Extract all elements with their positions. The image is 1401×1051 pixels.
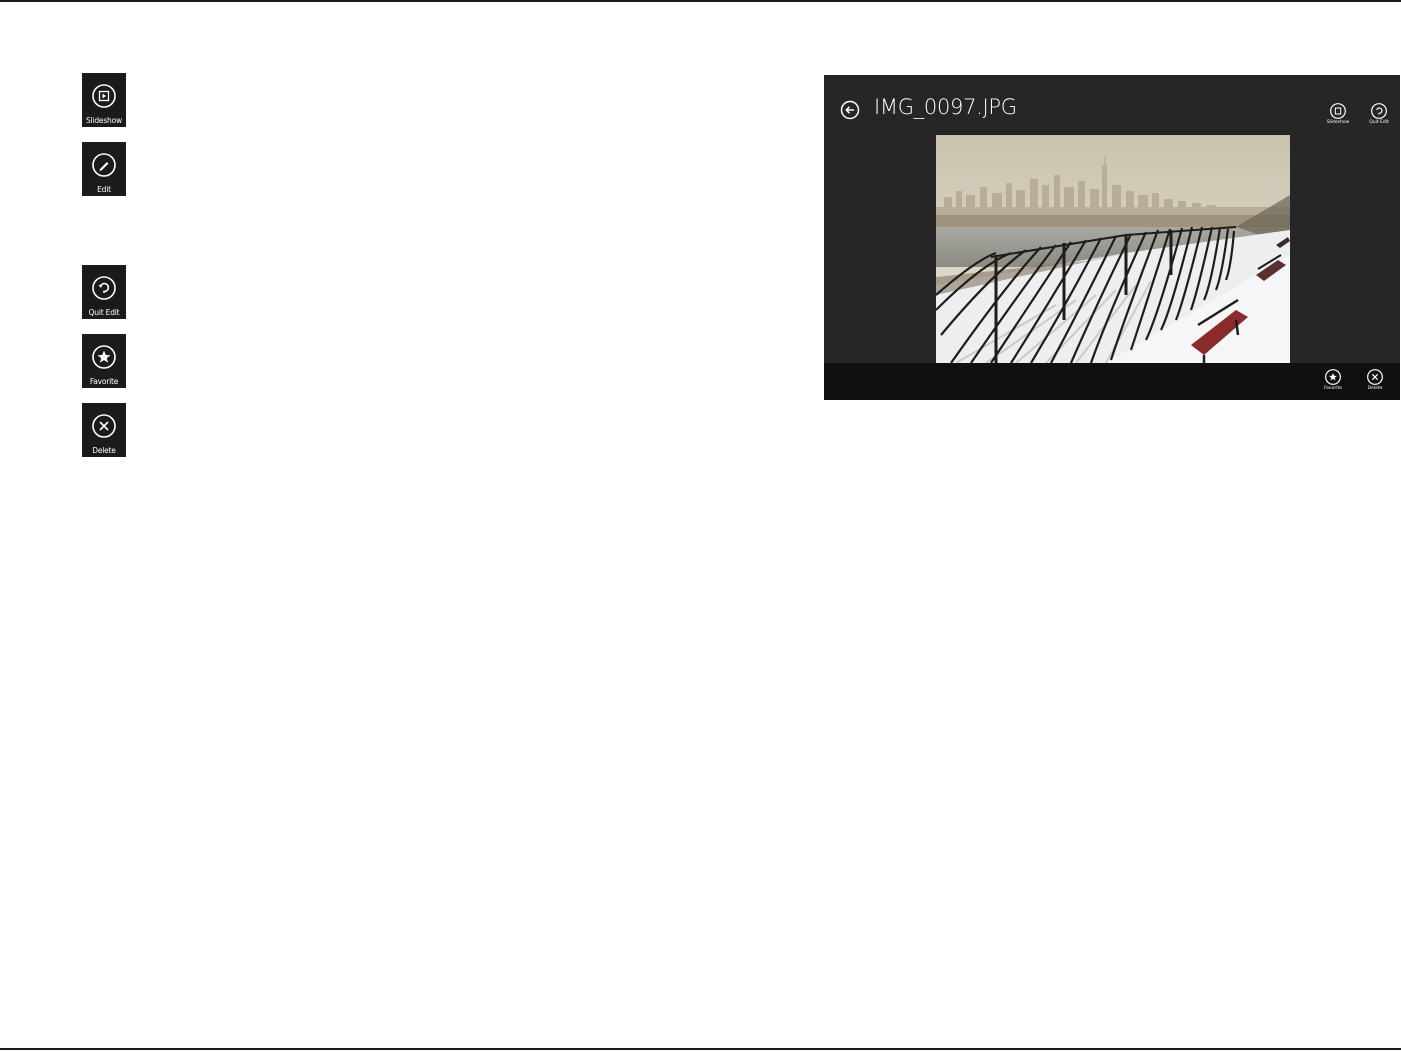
app-favorite-label: Favorite [1324, 386, 1342, 391]
slideshow-button[interactable]: Slideshow [82, 73, 126, 127]
top-rule [0, 0, 1401, 2]
quit-edit-label: Quit Edit [88, 308, 120, 317]
favorite-icon [92, 345, 116, 369]
photo-app-screenshot: IMG_0097.JPG Slideshow Quit Edit Favorit… [824, 75, 1400, 400]
photo-title: IMG_0097.JPG [874, 95, 1017, 119]
favorite-button[interactable]: Favorite [82, 334, 126, 388]
delete-button[interactable]: Delete [82, 403, 126, 457]
bottom-rule [0, 1048, 1401, 1050]
app-favorite-button[interactable]: Favorite [1313, 369, 1353, 400]
quit-edit-icon [92, 276, 116, 300]
app-slideshow-button[interactable]: Slideshow [1318, 103, 1358, 135]
slideshow-icon [1330, 103, 1346, 119]
photo-image [936, 135, 1290, 363]
edit-button[interactable]: Edit [82, 142, 126, 196]
bottom-app-bar: Favorite Delete [824, 363, 1400, 400]
app-quit-edit-button[interactable]: Quit Edit [1359, 103, 1399, 135]
favorite-icon [1325, 369, 1341, 385]
app-slideshow-label: Slideshow [1326, 120, 1350, 125]
quit-edit-button[interactable]: Quit Edit [82, 265, 126, 319]
slideshow-icon [92, 84, 116, 108]
app-delete-label: Delete [1367, 386, 1383, 391]
app-delete-button[interactable]: Delete [1355, 369, 1395, 400]
back-arrow-icon[interactable] [840, 100, 860, 120]
delete-label: Delete [92, 446, 116, 455]
edit-icon [92, 153, 116, 177]
favorite-label: Favorite [89, 377, 119, 386]
edit-label: Edit [97, 185, 111, 194]
delete-icon [92, 414, 116, 438]
delete-icon [1367, 369, 1383, 385]
app-quit-edit-label: Quit Edit [1369, 120, 1389, 125]
quit-edit-icon [1371, 103, 1387, 119]
slideshow-label: Slideshow [86, 116, 122, 125]
